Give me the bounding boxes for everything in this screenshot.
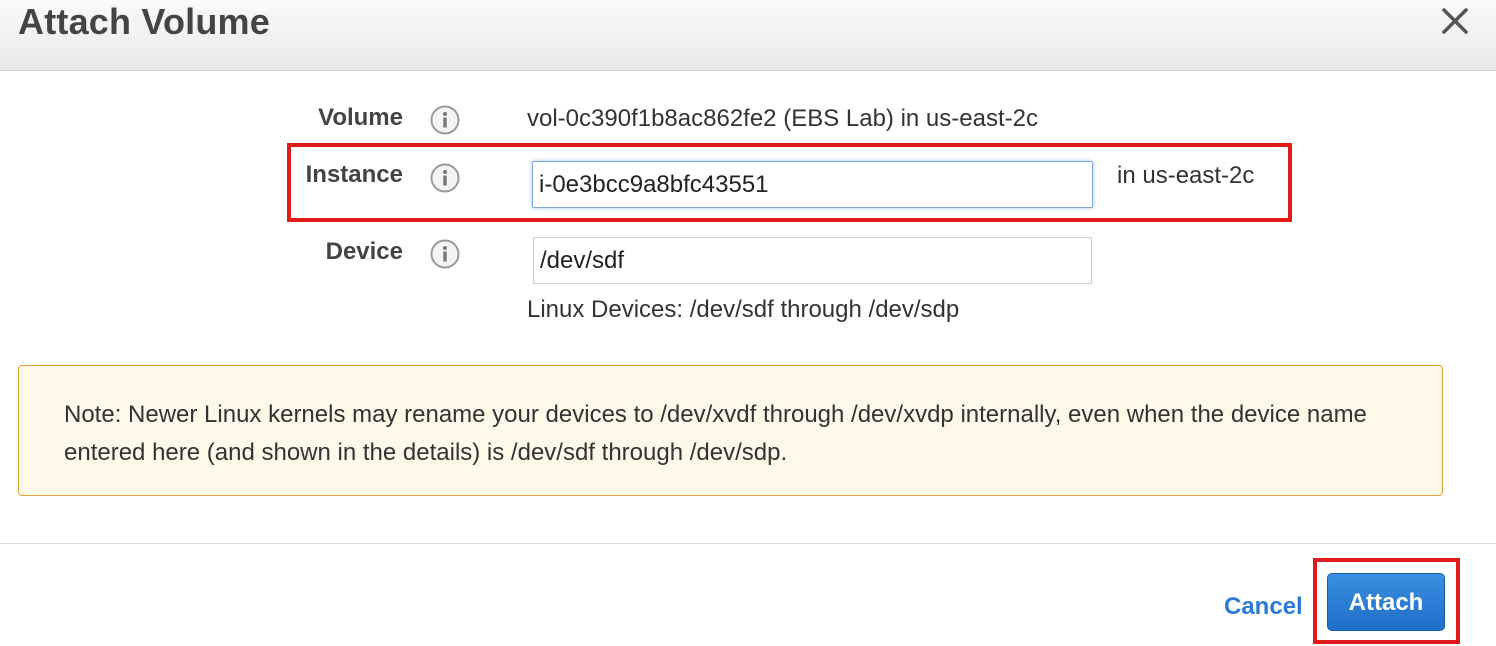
instance-input[interactable] — [532, 161, 1093, 208]
note-text: Note: Newer Linux kernels may rename you… — [64, 401, 1367, 466]
instance-label: Instance — [305, 161, 403, 188]
device-label: Device — [325, 238, 403, 265]
volume-label: Volume — [318, 104, 403, 131]
dialog-header: Attach Volume — [0, 0, 1496, 71]
close-icon[interactable] — [1440, 6, 1470, 36]
attach-button[interactable]: Attach — [1327, 573, 1445, 631]
instance-region-suffix: in us-east-2c — [1117, 162, 1255, 189]
dialog-title: Attach Volume — [18, 1, 270, 42]
device-input[interactable] — [533, 237, 1092, 284]
attach-volume-dialog: Attach Volume Volume vol-0c390f1b8ac862f… — [0, 0, 1496, 646]
info-icon[interactable] — [430, 105, 460, 135]
cancel-button[interactable]: Cancel — [1224, 593, 1303, 621]
note-box: Note: Newer Linux kernels may rename you… — [18, 365, 1443, 496]
info-icon[interactable] — [430, 163, 460, 193]
volume-value: vol-0c390f1b8ac862fe2 (EBS Lab) in us-ea… — [527, 105, 1038, 132]
info-icon[interactable] — [430, 239, 460, 269]
footer-divider — [0, 543, 1496, 544]
device-hint: Linux Devices: /dev/sdf through /dev/sdp — [527, 296, 960, 323]
